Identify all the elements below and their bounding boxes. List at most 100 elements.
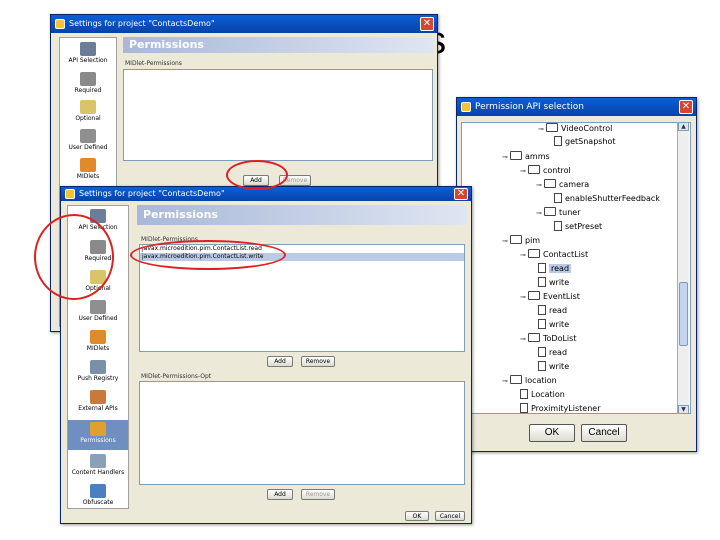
back-sidebar-item-user-defined[interactable]: User Defined xyxy=(60,129,116,151)
tree-node[interactable]: ⊸ VideoControl xyxy=(538,123,612,133)
document-icon xyxy=(554,136,562,146)
permissions-opt-list[interactable] xyxy=(139,381,465,485)
sidebar-item-label: Optional xyxy=(75,115,101,122)
sidebar-item-label: Obfuscate xyxy=(82,499,114,506)
expand-icon: ⊸ xyxy=(502,237,508,245)
permissions-icon xyxy=(90,422,106,436)
close-icon[interactable]: ✕ xyxy=(420,17,434,31)
tree-node[interactable]: write xyxy=(538,319,569,329)
expand-icon: ⊸ xyxy=(520,167,526,175)
permission-row[interactable]: javax.microedition.pim.ContactList.read xyxy=(140,245,464,253)
sidebar-item-required[interactable]: Required xyxy=(68,240,128,262)
sidebar-item-midlets[interactable]: MIDlets xyxy=(68,330,128,352)
sidebar-item-user-defined[interactable]: User Defined xyxy=(68,300,128,322)
document-icon xyxy=(538,361,546,371)
document-icon xyxy=(520,403,528,413)
tree-node-label: pim xyxy=(525,236,541,245)
tree-node[interactable]: ⊸ ContactList xyxy=(520,249,588,259)
back-sidebar-item-optional[interactable]: Optional xyxy=(60,100,116,122)
tree-node[interactable]: write xyxy=(538,361,569,371)
front-window-title: Settings for project "ContactsDemo" xyxy=(79,189,225,198)
api-tree[interactable]: ⊸ VideoControl getSnapshot ⊸ amms ⊸ control… xyxy=(461,122,691,414)
tree-node[interactable]: read xyxy=(538,347,567,357)
ok-button[interactable]: OK xyxy=(405,511,429,521)
tree-node[interactable]: getSnapshot xyxy=(554,136,616,146)
back-sidebar-item-midlets[interactable]: MIDlets xyxy=(60,158,116,180)
folder-icon xyxy=(510,235,522,244)
api-dialog-titlebar[interactable]: Permission API selection ✕ xyxy=(457,98,696,116)
tree-node-label: ContactList xyxy=(543,250,589,259)
tree-node[interactable]: ⊸ tuner xyxy=(536,207,581,217)
expand-icon: ⊸ xyxy=(502,153,508,161)
cancel-button[interactable]: Cancel xyxy=(435,511,465,521)
api-dialog-ok-button[interactable]: OK xyxy=(529,424,575,442)
scroll-up-arrow-icon[interactable]: ▲ xyxy=(678,122,689,131)
back-add-button[interactable]: Add xyxy=(243,175,269,186)
sidebar-item-label: Required xyxy=(84,255,112,262)
tree-node[interactable]: ⊸ ToDoList xyxy=(520,333,576,343)
tree-node[interactable]: ⊸ control xyxy=(520,165,571,175)
folder-icon xyxy=(510,151,522,160)
window-app-icon xyxy=(55,19,65,29)
tree-node[interactable]: ProximityListener xyxy=(520,403,600,413)
front-panel-title: Permissions xyxy=(137,205,467,225)
sidebar-item-api-selection[interactable]: API Selection xyxy=(68,209,128,231)
back-permissions-label: MIDlet-Permissions xyxy=(125,60,182,67)
sidebar-item-optional[interactable]: Optional xyxy=(68,270,128,292)
expand-icon: ⊸ xyxy=(536,181,542,189)
external-apis-icon xyxy=(90,390,106,404)
back-permissions-list[interactable] xyxy=(123,69,433,161)
tree-node[interactable]: enableShutterFeedback xyxy=(554,193,660,203)
sidebar-item-label: Optional xyxy=(85,285,111,292)
scroll-thumb[interactable] xyxy=(679,282,688,346)
tree-node[interactable]: ⊸ amms xyxy=(502,151,550,161)
required-icon xyxy=(90,240,106,254)
sidebar-item-external-apis[interactable]: External APIs xyxy=(68,390,128,412)
document-icon xyxy=(554,221,562,231)
tree-node[interactable]: ⊸ location xyxy=(502,375,557,385)
api-dialog-title: Permission API selection xyxy=(475,102,584,112)
optional-icon xyxy=(90,270,106,284)
permissions-opt-label: MIDlet-Permissions-Opt xyxy=(141,373,212,380)
api-dialog-cancel-button[interactable]: Cancel xyxy=(581,424,627,442)
permission-row[interactable]: javax.microedition.pim.ContactList.write xyxy=(140,253,464,261)
sidebar-item-label: MIDlets xyxy=(76,173,100,180)
api-selection-icon xyxy=(80,42,96,56)
push-registry-icon xyxy=(90,360,106,374)
tree-node-label: camera xyxy=(559,180,590,189)
front-window-titlebar[interactable]: Settings for project "ContactsDemo" ✕ xyxy=(61,187,471,201)
permissions-list[interactable]: javax.microedition.pim.ContactList.read … xyxy=(139,244,465,352)
sidebar-item-obfuscate[interactable]: Obfuscate xyxy=(68,484,128,506)
add-permission-button[interactable]: Add xyxy=(267,356,293,367)
tree-node-label-selected: read xyxy=(549,264,572,273)
tree-node[interactable]: write xyxy=(538,277,569,287)
tree-node[interactable]: read xyxy=(538,305,567,315)
sidebar-item-label: Content Handlers xyxy=(71,469,125,476)
sidebar-item-push-registry[interactable]: Push Registry xyxy=(68,360,128,382)
back-sidebar-item-api-selection[interactable]: API Selection xyxy=(60,42,116,64)
window-app-icon xyxy=(65,189,75,199)
tree-node[interactable]: Location xyxy=(520,389,565,399)
tree-node[interactable]: read xyxy=(538,263,572,273)
back-remove-button[interactable]: Remove xyxy=(279,175,311,186)
back-sidebar-item-required[interactable]: Required xyxy=(60,72,116,94)
folder-icon xyxy=(546,123,558,132)
close-icon[interactable]: ✕ xyxy=(454,188,468,200)
tree-node-label: write xyxy=(549,320,570,329)
tree-node[interactable]: ⊸ pim xyxy=(502,235,540,245)
folder-icon xyxy=(544,179,556,188)
scroll-down-arrow-icon[interactable]: ▼ xyxy=(678,405,689,414)
sidebar-item-permissions[interactable]: Permissions xyxy=(68,420,128,450)
tree-node[interactable]: ⊸ camera xyxy=(536,179,589,189)
sidebar-item-label: User Defined xyxy=(68,144,108,151)
tree-node[interactable]: setPreset xyxy=(554,221,602,231)
remove-permission-button[interactable]: Remove xyxy=(301,356,335,367)
back-window-titlebar[interactable]: Settings for project "ContactsDemo" ✕ xyxy=(51,15,437,33)
remove-opt-permission-button[interactable]: Remove xyxy=(301,489,335,500)
tree-node[interactable]: ⊸ EventList xyxy=(520,291,580,301)
tree-scrollbar[interactable]: ▲ ▼ xyxy=(677,122,689,414)
close-icon[interactable]: ✕ xyxy=(679,100,693,114)
add-opt-permission-button[interactable]: Add xyxy=(267,489,293,500)
sidebar-item-content-handlers[interactable]: Content Handlers xyxy=(68,454,128,476)
front-settings-window: Settings for project "ContactsDemo" ✕ AP… xyxy=(60,186,472,524)
